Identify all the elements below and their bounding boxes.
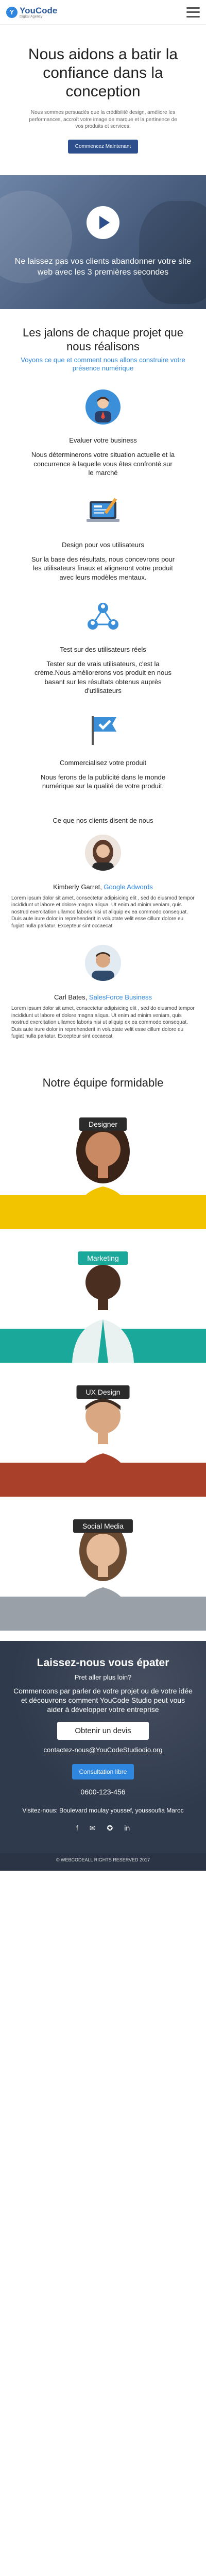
mail-icon[interactable]: ✉ — [90, 1824, 96, 1833]
testimonial-author: Kimberly Garret, Google Adwords — [11, 883, 195, 891]
role-badge: Designer — [79, 1117, 127, 1131]
step-text: Tester sur de vrais utilisateurs, c'est … — [35, 659, 171, 695]
step-evaluate: Evaluer votre business Nous détermineron… — [15, 388, 191, 478]
testimonial-text: Lorem ipsum dolor sit amet, consectetur … — [11, 895, 195, 929]
user-network-icon — [88, 602, 118, 630]
cta-title: Laissez-nous vous épater — [37, 1656, 169, 1669]
author-company[interactable]: Google Adwords — [104, 883, 152, 891]
step-title: Evaluer votre business — [69, 436, 137, 445]
free-consultation-button[interactable]: Consultation libre — [72, 1764, 134, 1780]
phone-number[interactable]: 0600-123-456 — [12, 1788, 194, 1796]
step-text: Sur la base des résultats, nous concevro… — [31, 555, 175, 582]
logo-mark: Y — [6, 6, 18, 18]
role-badge: Marketing — [78, 1251, 128, 1265]
team-section: Notre équipe formidable Designer Marketi… — [0, 1071, 206, 1641]
testimonial-text: Lorem ipsum dolor sit amet, consectetur … — [11, 1006, 195, 1040]
footer: © WEBCODEALL RIGHTS RESERVED 2017 — [0, 1853, 206, 1871]
team-member-designer: Designer — [0, 1095, 206, 1229]
author-company[interactable]: SalesForce Business — [89, 993, 152, 1001]
step-text: Nous ferons de la publicité dans le mond… — [40, 773, 166, 790]
play-button[interactable] — [87, 206, 119, 239]
social-media-photo — [72, 1521, 134, 1631]
step-title: Commercialisez votre produit — [59, 758, 147, 767]
hero-tagline: Nous sommes persuadés que la crédibilité… — [29, 110, 177, 129]
man-avatar-image — [85, 945, 121, 981]
designer-photo — [72, 1119, 134, 1229]
team-member-ux: UX Design — [0, 1363, 206, 1497]
role-badge: Social Media — [73, 1519, 133, 1533]
logo-subtitle: Digital Agency — [20, 14, 43, 19]
hero-title: Nous aidons a batir la confiance dans la… — [28, 46, 178, 100]
team-member-marketing: Marketing — [0, 1229, 206, 1363]
avatar — [85, 945, 121, 981]
milestones-subtitle: Voyons ce que et comment nous allons con… — [21, 355, 185, 372]
logo-text: YouCode — [20, 5, 58, 15]
step-text: Nous déterminerons votre situation actue… — [31, 451, 175, 477]
ux-designer-photo — [72, 1398, 134, 1497]
team-member-social: Social Media — [0, 1497, 206, 1631]
top-navbar: Y YouCode Digital Agency — [0, 0, 206, 25]
cta-message: Commencons par parler de votre projet ou… — [13, 1687, 193, 1714]
linkedin-icon[interactable]: in — [124, 1824, 130, 1833]
cta-ready: Pret aller plus loin? — [74, 1673, 132, 1682]
design-laptop-icon — [87, 498, 119, 522]
menu-hamburger-icon[interactable] — [186, 7, 200, 18]
contact-cta-section: Laissez-nous vous épater Pret aller plus… — [0, 1640, 206, 1853]
step-market: Commercialisez votre produit Nous ferons… — [15, 711, 191, 791]
milestones-title: Les jalons de chaque projet que nous réa… — [23, 326, 183, 353]
start-now-button[interactable]: Commencez Maintenant — [67, 139, 139, 154]
milestones-section: Les jalons de chaque projet que nous réa… — [0, 309, 206, 796]
step-title: Test sur des utilisateurs réels — [60, 645, 146, 653]
copyright-text: © WEBCODEALL RIGHTS RESERVED 2017 — [56, 1857, 150, 1862]
contact-email-link[interactable]: contactez-nous@YouCodeStudiodio.org — [43, 1746, 163, 1754]
logo[interactable]: Y YouCode Digital Agency — [6, 6, 57, 19]
hero-section: Nous aidons a batir la confiance dans la… — [0, 25, 206, 175]
testimonial-card: Carl Bates, SalesForce Business Lorem ip… — [11, 945, 195, 1040]
video-banner: Ne laissez pas vos clients abandonner vo… — [0, 175, 206, 309]
flag-check-icon — [92, 716, 116, 745]
dribbble-icon[interactable]: ✪ — [107, 1824, 113, 1833]
address: Visitez-nous: Boulevard moulay youssef, … — [22, 1806, 184, 1814]
step-test: Test sur des utilisateurs réels Tester s… — [15, 598, 191, 696]
get-quote-button[interactable]: Obtenir un devis — [57, 1721, 149, 1740]
testimonials-title: Ce que nos clients disent de nous — [53, 816, 153, 824]
team-title: Notre équipe formidable — [42, 1076, 164, 1089]
step-title: Design pour vos utilisateurs — [62, 540, 144, 549]
business-evaluation-icon — [85, 389, 121, 425]
play-icon — [99, 215, 110, 229]
video-caption: Ne laissez pas vos clients abandonner vo… — [14, 257, 192, 277]
social-links: f ✉ ✪ in — [12, 1824, 194, 1833]
testimonials-section: Ce que nos clients disent de nous Kimber… — [0, 796, 206, 1071]
facebook-icon[interactable]: f — [76, 1824, 78, 1833]
role-badge: UX Design — [76, 1385, 130, 1399]
testimonial-author: Carl Bates, SalesForce Business — [11, 993, 195, 1001]
author-name: Carl Bates, — [54, 993, 88, 1002]
avatar — [85, 834, 121, 871]
marketing-photo — [72, 1264, 134, 1363]
author-name: Kimberly Garret, — [53, 883, 102, 891]
step-design: Design pour vos utilisateurs Sur la base… — [15, 493, 191, 582]
testimonial-card: Kimberly Garret, Google Adwords Lorem ip… — [11, 834, 195, 930]
woman-avatar-image — [85, 834, 121, 871]
